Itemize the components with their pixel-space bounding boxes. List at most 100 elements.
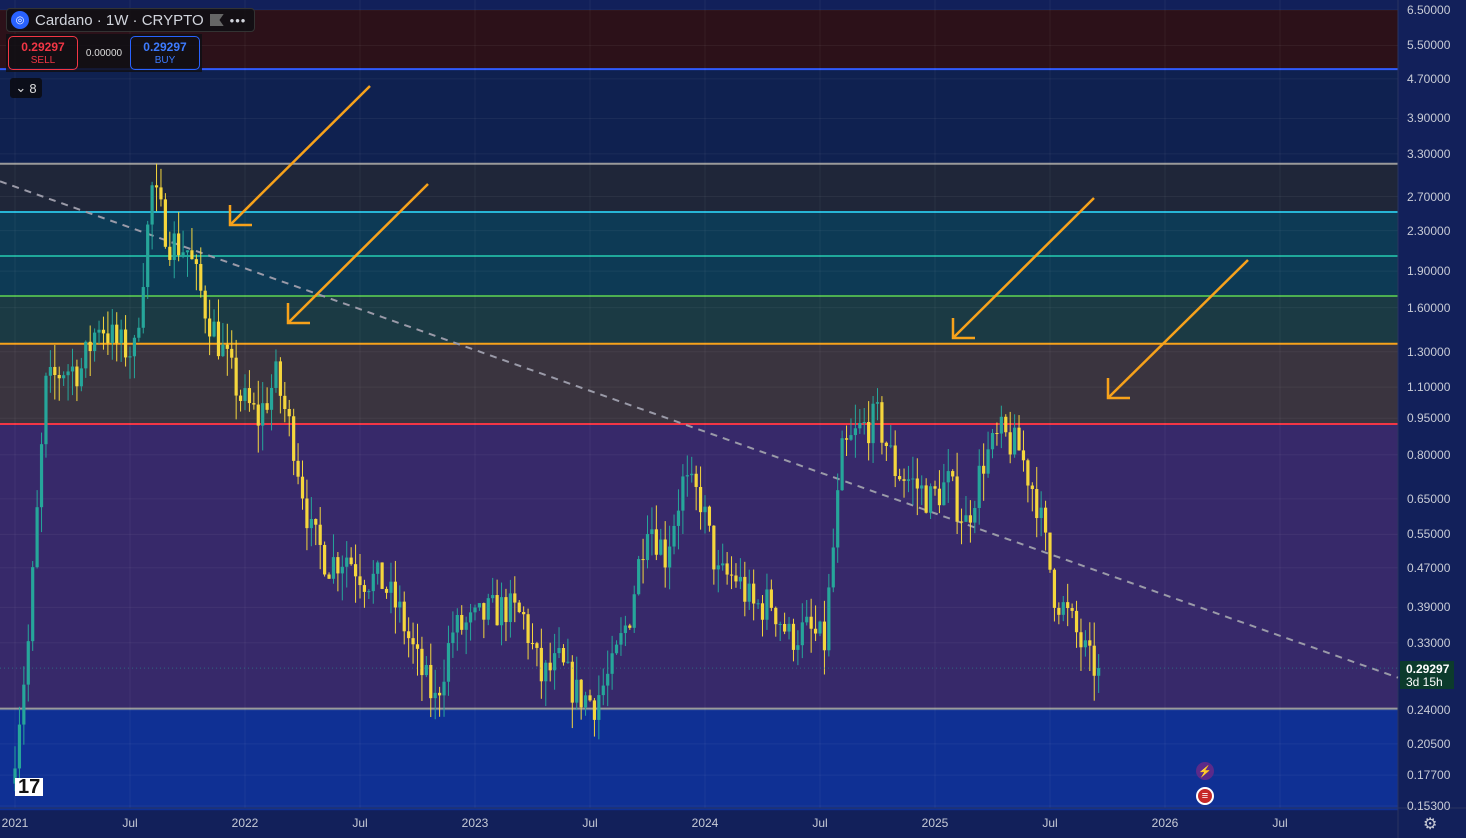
candle-body: [526, 614, 529, 643]
candle-body: [929, 486, 932, 513]
candle-body: [221, 345, 224, 356]
candle-body: [858, 423, 861, 428]
y-tick-label: 2.70000: [1400, 190, 1466, 204]
candle-body: [248, 388, 251, 403]
candle-body: [933, 486, 936, 488]
candle-body: [672, 526, 675, 547]
y-tick-label: 5.50000: [1400, 38, 1466, 52]
lightning-event-icon[interactable]: ⚡: [1196, 762, 1214, 780]
candle-body: [301, 477, 304, 499]
candle-body: [832, 547, 835, 587]
candle-body: [650, 529, 653, 534]
candle-body: [385, 589, 388, 593]
candle-body: [389, 582, 392, 593]
candle-body: [354, 564, 357, 576]
candle-body: [447, 643, 450, 682]
zone: [0, 424, 1398, 709]
candle-body: [960, 522, 963, 523]
tradingview-logo[interactable]: 17: [15, 778, 43, 796]
candle-body: [22, 685, 25, 725]
buy-button[interactable]: 0.29297BUY: [130, 36, 200, 70]
candle-body: [637, 559, 640, 594]
candle-body: [911, 478, 914, 479]
y-tick-label: 4.70000: [1400, 72, 1466, 86]
candle-body: [889, 445, 892, 446]
zone: [0, 164, 1398, 212]
candle-body: [907, 479, 910, 481]
candle-body: [628, 625, 631, 627]
candle-body: [49, 367, 52, 376]
settings-icon[interactable]: ⚙: [1423, 814, 1437, 834]
candle-body: [425, 665, 428, 675]
candle-body: [920, 485, 923, 488]
candle-body: [336, 557, 339, 573]
candle-body: [787, 624, 790, 632]
symbol-legend[interactable]: ◎ Cardano · 1W · CRYPTO •••: [6, 8, 255, 32]
candle-body: [310, 519, 313, 528]
more-button[interactable]: •••: [230, 13, 247, 28]
candle-body: [66, 371, 69, 375]
candle-body: [199, 264, 202, 291]
candle-body: [252, 403, 255, 404]
candle-body: [792, 624, 795, 650]
candle-body: [327, 574, 330, 578]
candle-body: [659, 540, 662, 555]
candle-body: [1053, 570, 1056, 608]
candle-body: [1022, 450, 1025, 460]
candle-body: [279, 361, 282, 395]
buy-label: BUY: [131, 54, 199, 68]
price-chart[interactable]: [0, 0, 1466, 838]
indicators-toggle[interactable]: ⌄8: [10, 78, 42, 98]
y-tick-label: 0.39000: [1400, 600, 1466, 614]
candle-body: [217, 322, 220, 356]
sell-price: 0.29297: [21, 40, 64, 54]
candle-body: [350, 558, 353, 565]
candle-body: [557, 648, 560, 653]
candle-body: [137, 328, 140, 338]
us-flag-event-icon[interactable]: ≡: [1196, 787, 1214, 805]
candle-body: [805, 617, 808, 623]
candle-body: [1062, 602, 1065, 615]
x-tick-label: Jul: [1272, 816, 1287, 830]
candle-body: [580, 680, 583, 708]
candle-body: [765, 589, 768, 619]
y-tick-label: 0.55000: [1400, 527, 1466, 541]
candle-body: [1071, 608, 1074, 611]
x-tick-label: Jul: [352, 816, 367, 830]
candle-body: [1044, 508, 1047, 533]
zone: [0, 212, 1398, 296]
candle-body: [761, 603, 764, 619]
y-tick-label: 0.33000: [1400, 636, 1466, 650]
sell-button[interactable]: 0.29297SELL: [8, 36, 78, 70]
candle-body: [411, 638, 414, 644]
candle-body: [845, 438, 848, 440]
last-price-tag: 0.292973d 15h: [1400, 661, 1454, 689]
y-tick-label: 1.60000: [1400, 301, 1466, 315]
y-tick-label: 1.10000: [1400, 380, 1466, 394]
candle-body: [880, 402, 883, 443]
cardano-logo-icon: ◎: [11, 11, 29, 29]
indicator-count: 8: [29, 81, 36, 96]
candle-body: [770, 589, 773, 607]
candle-body: [947, 471, 950, 482]
candle-body: [416, 644, 419, 649]
candle-body: [296, 461, 299, 477]
candle-body: [726, 563, 729, 574]
candle-body: [173, 233, 176, 260]
candle-body: [774, 608, 777, 624]
candle-body: [593, 700, 596, 720]
candle-body: [703, 507, 706, 513]
candle-body: [566, 662, 569, 663]
candle-body: [1026, 460, 1029, 485]
candle-body: [925, 485, 928, 512]
candle-body: [743, 577, 746, 602]
candle-body: [1084, 640, 1087, 647]
candle-body: [31, 567, 34, 641]
flag-icon[interactable]: [210, 14, 224, 26]
candle-body: [438, 693, 441, 696]
candle-body: [681, 476, 684, 510]
y-tick-label: 6.50000: [1400, 3, 1466, 17]
candle-body: [535, 643, 538, 648]
sell-label: SELL: [9, 54, 77, 68]
candle-body: [442, 682, 445, 696]
